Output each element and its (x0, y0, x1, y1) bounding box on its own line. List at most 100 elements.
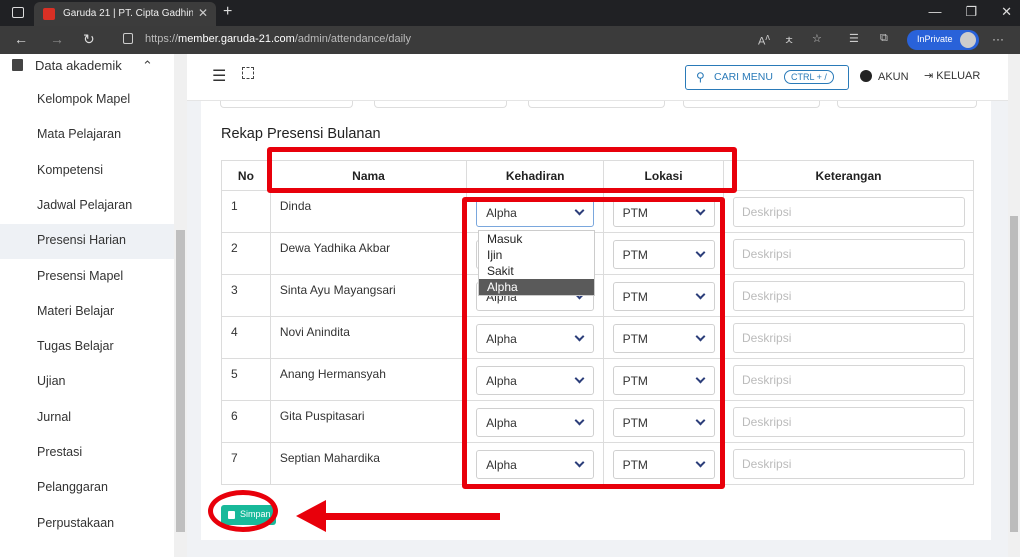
section-title: Rekap Presensi Bulanan (221, 126, 381, 142)
translate-icon[interactable]: ㅊ (784, 32, 794, 48)
logout-label: KELUAR (936, 70, 981, 82)
profile-avatar (960, 32, 976, 48)
row-keterangan-cell: Deskripsi (723, 274, 974, 317)
sidebar-group-label: Data akademik (35, 58, 122, 73)
annotation-arrow (318, 513, 500, 520)
address-bar: ← → ↻ https://member.garuda-21.com/admin… (0, 26, 1020, 54)
sidebar-item[interactable]: Pelanggaran (0, 471, 174, 506)
row-keterangan-cell: Deskripsi (723, 190, 974, 233)
sidebar-item[interactable]: Jadwal Pelajaran (0, 189, 174, 224)
row-no: 6 (221, 400, 271, 443)
description-input[interactable]: Deskripsi (733, 407, 966, 437)
row-nama: Sinta Ayu Mayangsari (269, 274, 468, 317)
description-input[interactable]: Deskripsi (733, 239, 966, 269)
row-keterangan-cell: Deskripsi (723, 358, 974, 401)
description-input[interactable]: Deskripsi (733, 323, 966, 353)
sidebar-item[interactable]: Presensi Harian (0, 224, 174, 260)
chevron-up-icon[interactable]: ⌃ (142, 58, 153, 74)
sidebar-item[interactable]: Kompetensi (0, 154, 174, 189)
new-tab-icon[interactable]: + (223, 3, 232, 21)
sidebar: Data akademik ⌃ Kelompok Mapel Mata Pelaj… (0, 54, 187, 557)
top-navbar: ☰ ⚲ CARI MENU CTRL + / AKUN ⇥ KELUAR (187, 54, 1008, 101)
sidebar-scrollbar-thumb[interactable] (176, 230, 185, 532)
summary-card (837, 101, 977, 108)
sidebar-item[interactable]: Prestasi (0, 436, 174, 471)
refresh-icon[interactable]: ↻ (83, 31, 95, 48)
account-label: AKUN (878, 71, 909, 83)
description-input[interactable]: Deskripsi (733, 449, 966, 479)
book-icon (12, 59, 23, 71)
collections-icon[interactable]: ⧉ (880, 32, 888, 45)
search-shortcut: CTRL + / (784, 70, 834, 84)
annotation-box-headers (267, 147, 737, 193)
window-controls: — ❐ ✕ (928, 4, 1012, 20)
summary-card (683, 101, 820, 108)
row-keterangan-cell: Deskripsi (723, 232, 974, 275)
row-keterangan-cell: Deskripsi (723, 316, 974, 359)
browser-tab[interactable]: Garuda 21 | PT. Cipta Gadhing A ✕ (34, 2, 216, 26)
sidebar-item[interactable]: Perpustakaan (0, 507, 174, 542)
search-menu-button[interactable]: ⚲ CARI MENU CTRL + / (685, 65, 849, 90)
search-icon: ⚲ (696, 70, 705, 84)
sidebar-item[interactable]: Ujian (0, 365, 174, 400)
inprivate-label: InPrivate (917, 34, 953, 44)
lock-icon[interactable] (123, 33, 133, 44)
row-nama: Gita Puspitasari (269, 400, 468, 443)
tab-title: Garuda 21 | PT. Cipta Gadhing A (63, 8, 193, 19)
back-icon[interactable]: ← (14, 31, 28, 47)
favorites-list-icon[interactable]: ☰ (849, 32, 859, 45)
row-no: 7 (221, 442, 271, 485)
description-input[interactable]: Deskripsi (733, 281, 966, 311)
description-input[interactable]: Deskripsi (733, 365, 966, 395)
inprivate-badge[interactable]: InPrivate (907, 30, 979, 50)
account-button[interactable]: AKUN (860, 70, 909, 83)
annotation-box-selects (462, 197, 725, 489)
site-favicon-icon (43, 8, 55, 20)
description-input[interactable]: Deskripsi (733, 197, 966, 227)
sidebar-item[interactable]: Presensi Mapel (0, 260, 174, 295)
summary-cards-strip (220, 101, 980, 109)
row-nama: Dinda (269, 190, 468, 233)
header-no: No (221, 160, 271, 191)
page-scrollbar-thumb[interactable] (1010, 216, 1018, 532)
sidebar-item[interactable]: Materi Belajar (0, 295, 174, 330)
row-no: 5 (221, 358, 271, 401)
close-window-icon[interactable]: ✕ (1001, 4, 1012, 20)
annotation-arrow-head (296, 500, 326, 532)
row-no: 2 (221, 232, 271, 275)
row-nama: Septian Mahardika (269, 442, 468, 485)
tab-actions-icon[interactable] (12, 7, 24, 18)
browser-tab-bar: Garuda 21 | PT. Cipta Gadhing A ✕ + — ❐ … (0, 0, 1020, 26)
user-icon (860, 70, 872, 82)
row-nama: Dewa Yadhika Akbar (269, 232, 468, 275)
more-icon[interactable]: ··· (992, 32, 1004, 46)
summary-card (528, 101, 665, 108)
fullscreen-icon[interactable] (242, 67, 254, 79)
favorite-icon[interactable]: ☆ (812, 32, 822, 45)
summary-card (220, 101, 353, 108)
row-nama: Novi Anindita (269, 316, 468, 359)
sidebar-item[interactable]: Tugas Belajar (0, 330, 174, 365)
summary-card (374, 101, 507, 108)
sidebar-group-data-akademik[interactable]: Data akademik ⌃ (12, 58, 153, 73)
sidebar-item[interactable]: Mata Pelajaran (0, 118, 174, 153)
row-nama: Anang Hermansyah (269, 358, 468, 401)
forward-icon[interactable]: → (50, 31, 64, 47)
row-keterangan-cell: Deskripsi (723, 400, 974, 443)
sidebar-item[interactable]: Jurnal (0, 401, 174, 436)
header-keterangan: Keterangan (723, 160, 974, 191)
restore-icon[interactable]: ❐ (965, 4, 977, 20)
url-field[interactable]: https://member.garuda-21.com/admin/atten… (145, 33, 411, 45)
annotation-oval-save (208, 490, 278, 532)
read-aloud-icon[interactable]: Aʌ (758, 32, 770, 48)
minimize-icon[interactable]: — (928, 4, 941, 20)
menu-toggle-icon[interactable]: ☰ (212, 66, 226, 86)
row-no: 1 (221, 190, 271, 233)
close-tab-icon[interactable]: ✕ (198, 6, 208, 20)
sidebar-item[interactable]: Kelompok Mapel (0, 83, 174, 118)
row-no: 3 (221, 274, 271, 317)
row-no: 4 (221, 316, 271, 359)
row-keterangan-cell: Deskripsi (723, 442, 974, 485)
logout-icon: ⇥ (924, 70, 934, 82)
logout-button[interactable]: ⇥ KELUAR (924, 69, 980, 82)
